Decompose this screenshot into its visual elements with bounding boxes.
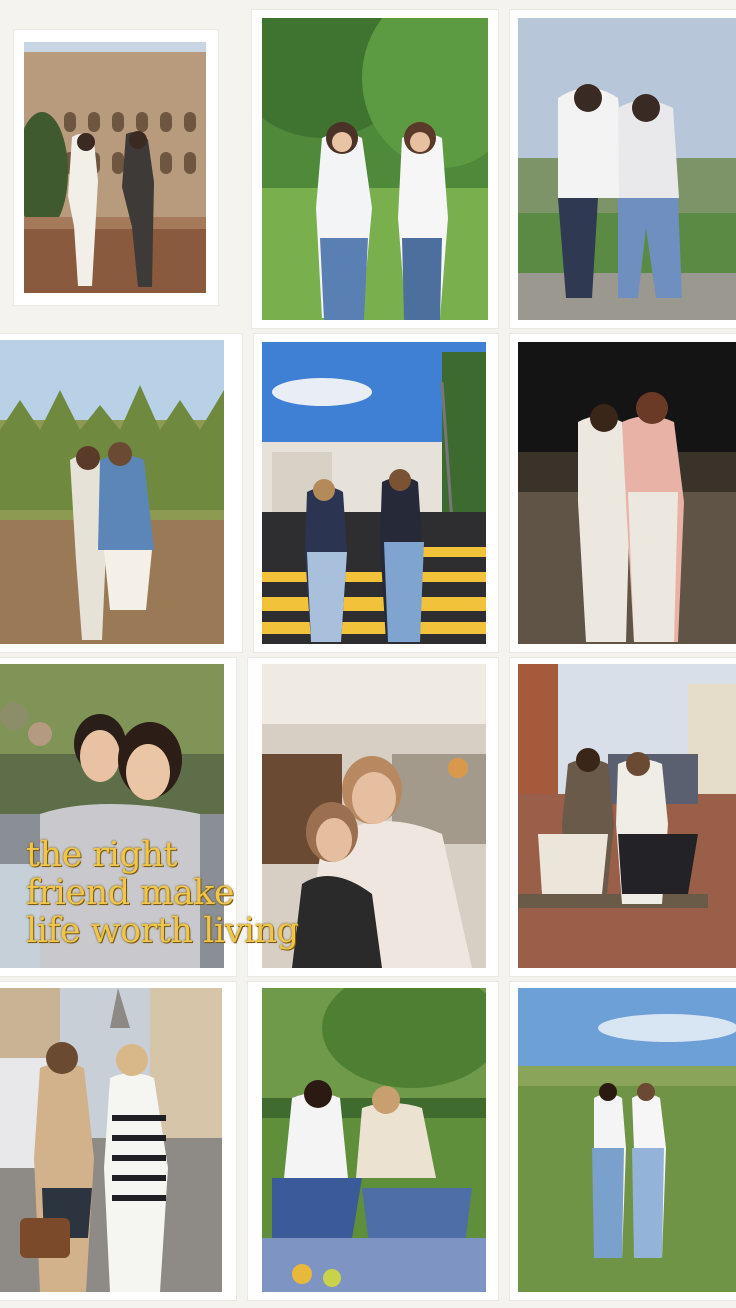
quote-text: the right friend make life worth living [26,836,326,950]
night-square-photo [518,342,736,644]
valley-view-photo [518,18,736,320]
lawn-photo [262,18,488,320]
quote-line-3: life worth living [26,911,299,951]
quote-line-2: friend make [26,873,235,913]
corn-maze-photo [0,340,224,644]
colosseum-photo [24,42,206,293]
picnic-photo [262,988,486,1292]
bench-coffee-photo [518,664,736,968]
paris-street-photo [0,988,222,1292]
crosswalk-photo [262,342,486,644]
quote-line-1: the right [26,835,177,875]
open-field-photo [518,988,736,1292]
